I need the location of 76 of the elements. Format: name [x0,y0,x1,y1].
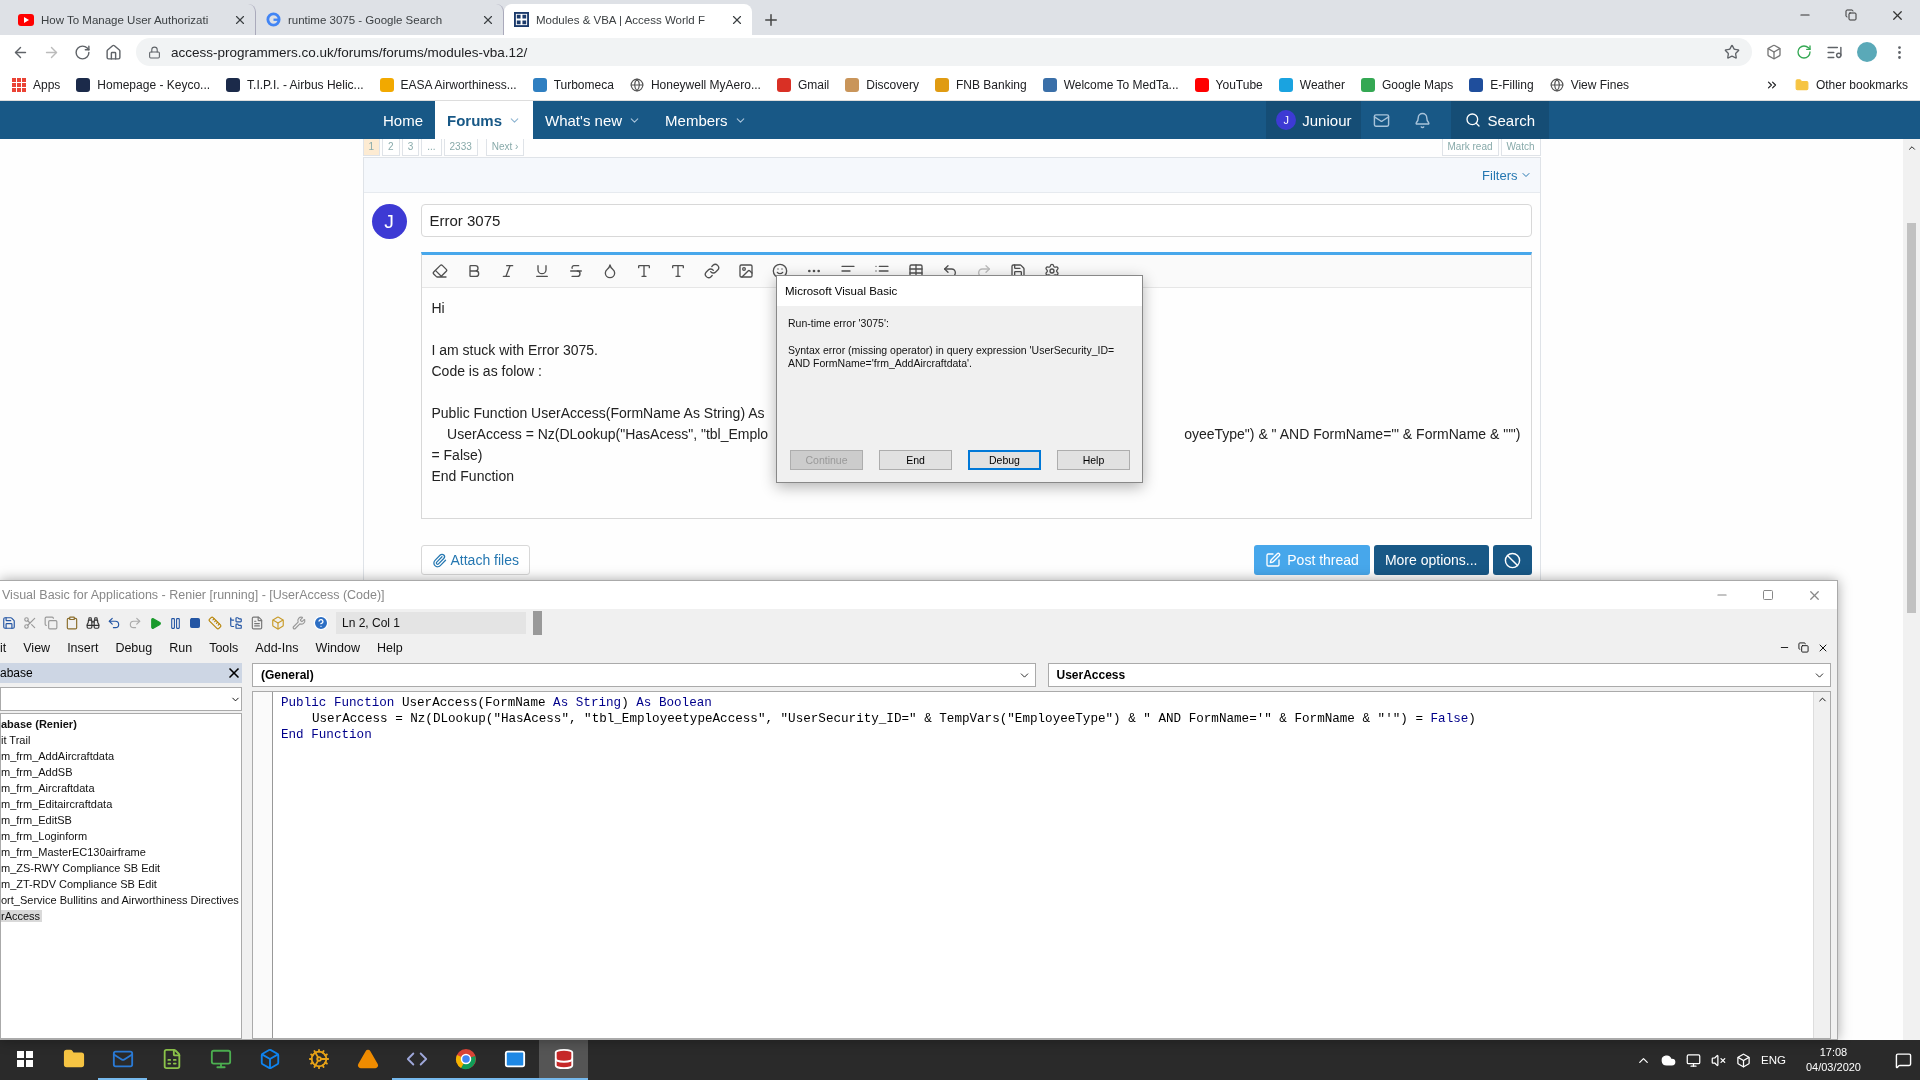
object-dropdown[interactable]: (General) [252,663,1036,687]
more-options-button[interactable]: More options... [1373,545,1489,575]
tree-item[interactable]: m_frm_Editaircraftdata [1,798,115,810]
tree-item[interactable]: it Trail [1,734,33,746]
bookmark-link[interactable]: FNB Banking [955,77,1027,92]
dialog-button[interactable]: End [879,450,952,470]
bookmark-link[interactable]: Google Maps [1381,77,1454,92]
bookmark-link[interactable]: Discovery [866,77,919,92]
user-avatar: J [371,204,407,239]
attach-files-button[interactable]: Attach files [420,545,530,575]
menu-item[interactable]: Run [169,641,193,655]
menu-item[interactable]: Add-Ins [255,641,299,655]
tree-item[interactable]: m_frm_EditSB [1,814,74,826]
bookmark-link[interactable]: T.I.P.I. - Airbus Helic... [247,77,364,92]
address-bar[interactable]: access-programmers.co.uk/forums/forums/modules-vba.12/ [136,38,1752,66]
editor-text: oyeeType") & " AND FormName='" & FormName & "'") [1184,425,1521,444]
menu-item[interactable]: it [0,641,7,655]
dialog-title: Microsoft Visual Basic [777,276,1142,306]
menu-item[interactable]: Window [315,641,360,655]
tree-item[interactable]: rAccess [1,910,43,922]
tree-item[interactable]: m_ZS-RWY Compliance SB Edit [1,862,163,874]
bookmark-link[interactable]: View Fines [1570,77,1630,92]
error-heading: Run-time error '3075': [788,317,890,329]
tree-item[interactable]: abase (Renier) [1,718,79,730]
search-button[interactable]: Search [1451,101,1549,139]
nav-tab[interactable]: What's new [533,101,654,139]
tree-item[interactable]: m_frm_Aircraftdata [1,782,97,794]
pane-title: abase [0,666,34,680]
title-field[interactable]: Error 3075 [420,204,1532,237]
filters-link[interactable]: Filters [1482,167,1532,183]
code-line: Public Function UserAccess(FormName As String) As Boolean [281,695,713,711]
tree-item[interactable]: m_frm_AddAircraftdata [1,750,117,762]
user-avatar: J [1276,110,1297,130]
editor-text: Code is as folow : [431,362,542,381]
tree-item[interactable]: m_frm_Loginform [1,830,90,842]
menu-item[interactable]: View [23,641,51,655]
menu-item[interactable]: Debug [115,641,153,655]
tree-item[interactable]: ort_Service Bullitins and Airworthiness Directives [1,894,241,906]
menu-item[interactable]: Insert [67,641,99,655]
browser-tab[interactable]: Modules & VBA | Access World F [504,4,752,35]
bookmark-link[interactable]: YouTube [1215,77,1263,92]
editor-text: = False) [431,446,483,465]
nav-tab[interactable]: Forums [435,101,534,139]
code-line: UserAccess = Nz(DLookup("HasAcess", "tbl_EmployeetypeAccess", "UserSecurity_ID=" & TempVars("EmployeeType") & " AND FormName='" & FormName & "'") = False) [311,711,1477,727]
bookmark-link[interactable]: Apps [33,77,61,92]
dialog-button[interactable]: Help [1057,450,1130,470]
editor-text: Hi [431,299,445,318]
menu-item[interactable]: Help [376,641,403,655]
clock[interactable]: 17:08 04/03/2020 [1805,1045,1861,1075]
tree-item[interactable]: m_frm_MasterEC130airframe [1,846,148,858]
window-title: Visual Basic for Applications - Renier [running] - [UserAccess (Code)] [1,588,386,602]
bookmark-link[interactable]: EASA Airworthiness... [400,77,517,92]
tree-item[interactable]: m_ZT-RDV Compliance SB Edit [1,878,159,890]
editor-text: I am stuck with Error 3075. [431,341,598,360]
user-menu[interactable]: J Juniour [1266,101,1362,139]
tree-item[interactable]: m_frm_AddSB [1,766,75,778]
dialog-button[interactable]: Debug [968,450,1041,470]
nav-tab[interactable]: Home [371,101,435,139]
bookmark-link[interactable]: Honeywell MyAero... [650,77,761,92]
code-line: End Function [281,727,373,743]
editor-text: Public Function UserAccess(FormName As String) As [431,404,765,423]
procedure-dropdown[interactable]: UserAccess [1047,663,1831,687]
nav-tab[interactable]: Members [653,101,759,139]
error-message: Syntax error (missing operator) in query expression 'UserSecurity_ID= AND FormName='frm_AddAircraftdata'. [788,344,1116,370]
bookmark-link[interactable]: E-Filling [1490,77,1534,92]
bookmark-link[interactable]: Weather [1299,77,1345,92]
bookmark-link[interactable]: Homepage - Keyco... [97,77,211,92]
position-field: Ln 2, Col 1 [336,612,526,634]
editor-text: End Function [431,467,514,486]
menu-item[interactable]: Tools [209,641,239,655]
bookmark-link[interactable]: Turbomeca [553,77,614,92]
bookmark-link[interactable]: Other bookmarks [1815,77,1908,92]
editor-text: UserAccess = Nz(DLookup("HasAcess", "tbl_Emplo [446,425,769,444]
language-indicator[interactable]: ENG [1761,1054,1786,1066]
bookmark-link[interactable]: Gmail [797,77,830,92]
bookmark-link[interactable]: Welcome To MedTa... [1063,77,1179,92]
